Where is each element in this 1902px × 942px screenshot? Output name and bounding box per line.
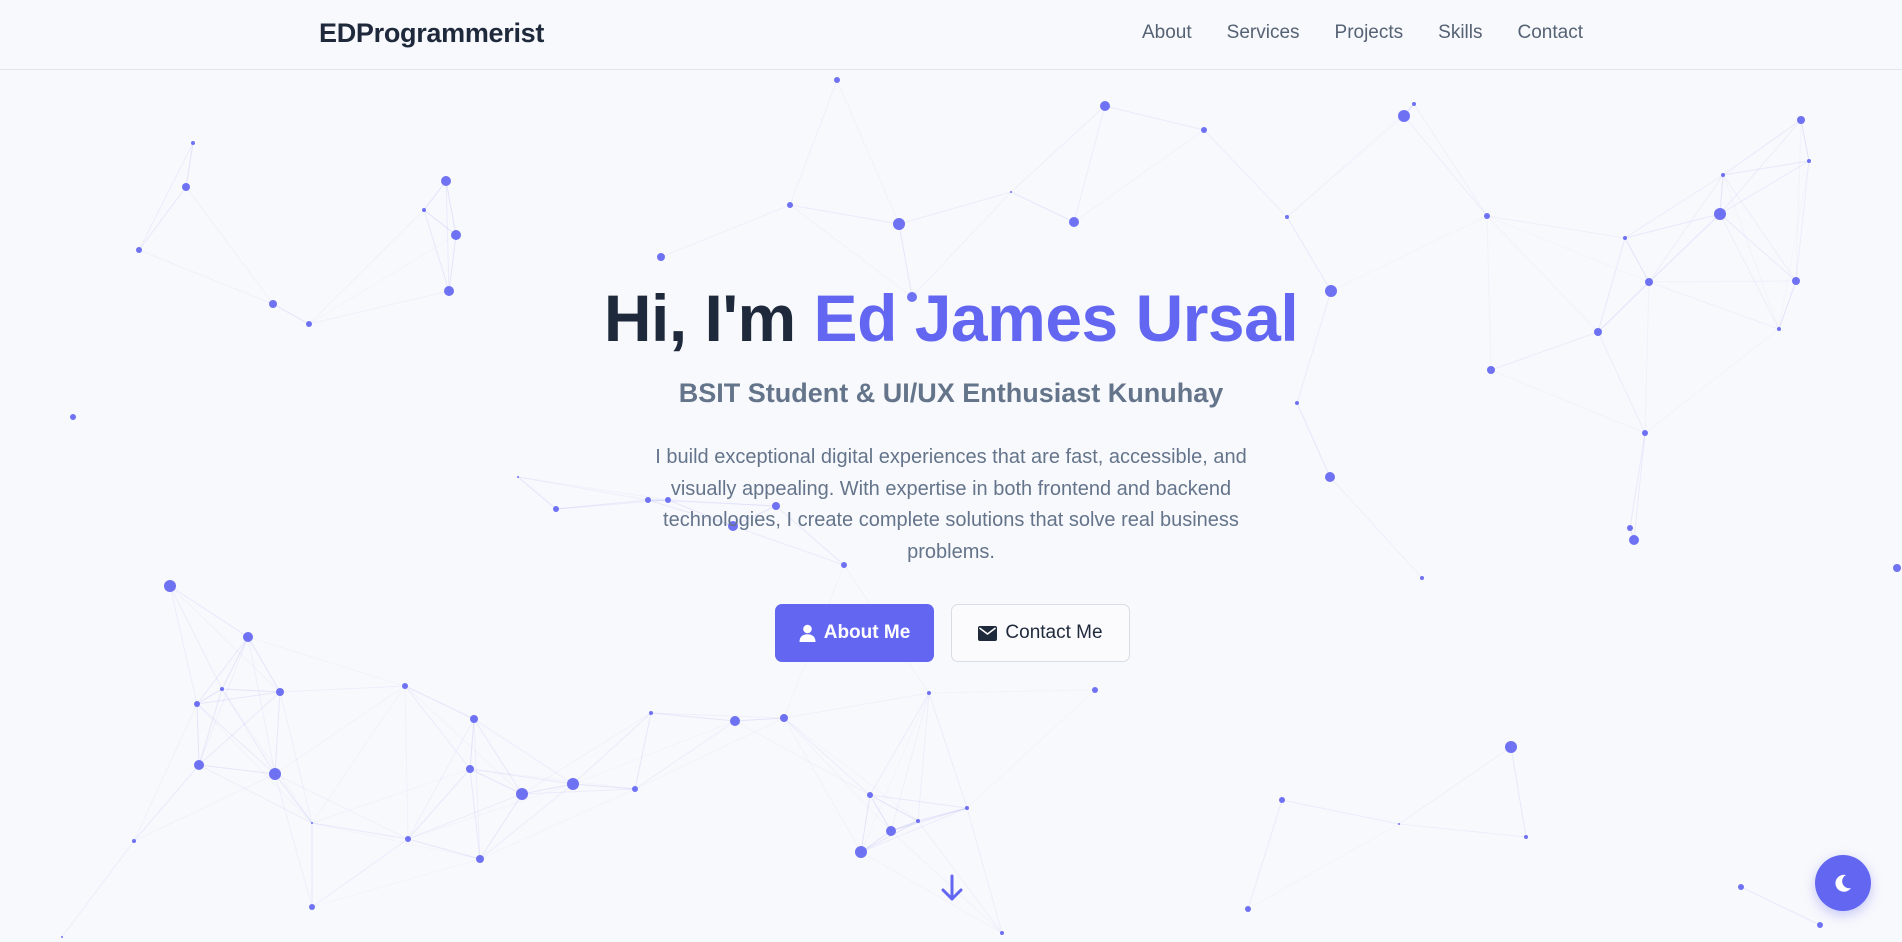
page: EDProgrammerist About Services Projects … — [0, 0, 1902, 942]
moon-icon — [1833, 873, 1853, 893]
navbar: EDProgrammerist About Services Projects … — [0, 0, 1902, 70]
hero-section: Hi, I'm Ed James Ursal BSIT Student & UI… — [0, 0, 1902, 942]
nav-link-projects[interactable]: Projects — [1335, 22, 1404, 44]
about-me-button[interactable]: About Me — [775, 604, 934, 662]
hero-name: Ed James Ursal — [813, 281, 1299, 355]
brand-logo[interactable]: EDProgrammerist — [319, 18, 544, 49]
about-me-button-label: About Me — [823, 622, 911, 643]
theme-toggle-button[interactable] — [1815, 855, 1871, 911]
nav-link-skills[interactable]: Skills — [1438, 22, 1482, 44]
user-icon — [799, 624, 816, 642]
hero-subtitle: BSIT Student & UI/UX Enthusiast Kunuhay — [678, 378, 1224, 408]
contact-me-button[interactable]: Contact Me — [951, 604, 1130, 662]
contact-me-button-label: Contact Me — [1005, 622, 1103, 643]
arrow-down-icon[interactable] — [940, 874, 964, 902]
nav-link-about[interactable]: About — [1142, 22, 1192, 44]
hero-title: Hi, I'm Ed James Ursal — [0, 280, 1902, 356]
nav-link-services[interactable]: Services — [1227, 22, 1300, 44]
envelope-icon — [978, 625, 998, 641]
hero-greeting: Hi, I'm — [603, 281, 814, 355]
nav-link-contact[interactable]: Contact — [1518, 22, 1583, 44]
hero-description: I build exceptional digital experiences … — [655, 446, 1247, 563]
nav-links: About Services Projects Skills Contact — [1142, 22, 1583, 44]
